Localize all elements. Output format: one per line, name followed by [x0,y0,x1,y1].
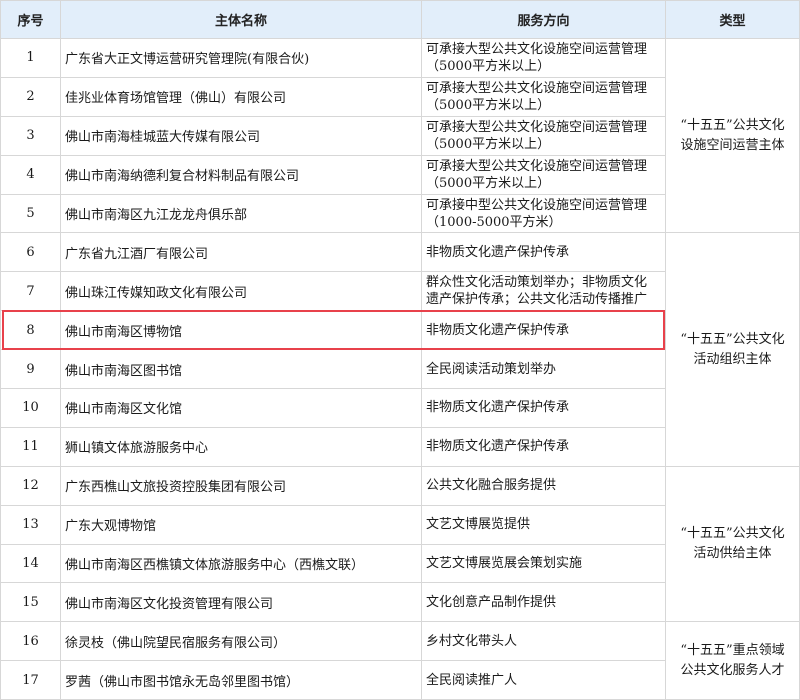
table-row: 6 广东省九江酒厂有限公司 非物质文化遗产保护传承 “十五五”公共文化 活动组织主体 [0,232,800,467]
type-group-cell: “十五五”公共文化 活动组织主体 [665,232,800,467]
service-direction-line-2: （5000平方米以上） [426,136,551,152]
service-direction: 非物质文化遗产保护传承 [421,232,666,273]
entity-name: 狮山镇文体旅游服务中心 [60,426,422,467]
header-direction: 服务方向 [421,0,666,39]
service-direction: 文艺文博展览展会策划实施 [421,543,666,584]
row-number: 15 [0,582,61,623]
service-direction-line-1: 非物质文化遗产保护传承 [426,439,570,455]
row-number: 17 [0,660,61,700]
row-number: 11 [0,426,61,467]
type-label-line-2: 设施空间运营主体 [680,137,785,153]
type-label-line-1: “十五五”公共文化 [680,331,785,347]
service-direction-line-2: （5000平方米以上） [426,175,551,191]
service-direction-line-1: 文艺文博展览展会策划实施 [426,556,583,572]
entity-name: 广东省九江酒厂有限公司 [60,232,422,273]
row-number: 3 [0,115,61,156]
row-number: 9 [0,349,61,390]
type-label-line-2: 公共文化服务人才 [680,662,785,678]
service-direction-line-1: 乡村文化带头人 [426,633,518,649]
type-group-cell: “十五五”公共文化 设施空间运营主体 [665,37,800,234]
service-direction-line-1: 非物质文化遗产保护传承 [426,400,570,416]
row-number: 10 [0,388,61,428]
service-direction-line-2: （5000平方米以上） [426,58,551,74]
type-group-cell: “十五五”重点领域 公共文化服务人才 [665,621,800,700]
row-number: 7 [0,271,61,312]
service-direction-line-1: 文化创意产品制作提供 [426,594,557,610]
service-direction: 全民阅读活动策划举办 [421,349,666,390]
service-direction: 非物质文化遗产保护传承 [421,310,666,351]
service-direction: 可承接大型公共文化设施空间运营管理 （5000平方米以上） [421,154,666,195]
entity-name: 广东西樵山文旅投资控股集团有限公司 [60,465,422,506]
row-number: 1 [0,38,61,78]
service-direction: 文化创意产品制作提供 [421,582,666,623]
table-row: 12 广东西樵山文旅投资控股集团有限公司 公共文化融合服务提供 “十五五”公共文化 活动… [0,465,800,623]
service-direction-line-1: 可承接大型公共文化设施空间运营管理 [426,119,648,135]
row-number: 6 [0,232,61,273]
entity-name: 佛山市南海区西樵镇文体旅游服务中心（西樵文联） [60,543,422,584]
service-direction-line-2: （1000-5000平方米） [426,214,562,230]
service-direction-line-1: 可承接大型公共文化设施空间运营管理 [426,158,648,174]
type-label-line-1: “十五五”重点领域 [680,642,785,658]
service-direction-line-2: 遗产保护传承；公共文化活动传播推广 [426,292,648,308]
service-direction-line-1: 全民阅读活动策划举办 [426,361,557,377]
service-direction-line-1: 可承接大型公共文化设施空间运营管理 [426,41,648,57]
header-type: 类型 [665,0,800,39]
type-label-line-1: “十五五”公共文化 [680,117,785,133]
entity-name: 佛山市南海桂城蓝大传媒有限公司 [60,115,422,156]
table-page: 序号 主体名称 服务方向 类型 1 广东省大正文博运营研究管理院(有限合伙) 可承接… [0,0,800,700]
service-direction-line-1: 公共文化融合服务提供 [426,478,557,494]
service-direction: 乡村文化带头人 [421,621,666,662]
entity-name: 徐灵枝（佛山院望民宿服务有限公司） [60,621,422,662]
service-direction: 公共文化融合服务提供 [421,465,666,506]
service-direction: 非物质文化遗产保护传承 [421,388,666,428]
service-direction: 非物质文化遗产保护传承 [421,426,666,467]
row-number: 4 [0,154,61,195]
row-number: 8 [0,310,61,351]
entity-name: 罗茜（佛山市图书馆永无岛邻里图书馆） [60,660,422,700]
service-direction: 可承接大型公共文化设施空间运营管理 （5000平方米以上） [421,38,666,78]
table-row: 16 徐灵枝（佛山院望民宿服务有限公司） 乡村文化带头人 “十五五”重点领域 公共文化服… [0,621,800,700]
type-label-line-2: 活动供给主体 [693,546,772,562]
type-label-line-2: 活动组织主体 [693,351,772,367]
entity-name: 佳兆业体育场馆管理（佛山）有限公司 [60,76,422,117]
service-direction-line-1: 可承接大型公共文化设施空间运营管理 [426,80,648,96]
service-direction-line-1: 文艺文博展览提供 [426,517,531,533]
service-direction: 全民阅读推广人 [421,660,666,700]
row-number: 14 [0,543,61,584]
header-name: 主体名称 [60,0,422,39]
type-group-cell: “十五五”公共文化 活动供给主体 [665,465,800,623]
service-direction-line-1: 非物质文化遗产保护传承 [426,322,570,338]
service-direction: 可承接中型公共文化设施空间运营管理 （1000-5000平方米） [421,193,666,234]
service-direction-line-1: 群众性文化活动策划举办；非物质文化 [426,275,648,291]
service-direction-line-2: （5000平方米以上） [426,97,551,113]
header-no: 序号 [0,0,61,39]
type-label-line-1: “十五五”公共文化 [680,526,785,542]
entity-name: 广东大观博物馆 [60,504,422,545]
entity-name: 广东省大正文博运营研究管理院(有限合伙) [60,38,422,78]
service-direction: 文艺文博展览提供 [421,504,666,545]
table-row: 1 广东省大正文博运营研究管理院(有限合伙) 可承接大型公共文化设施空间运营管理 （5… [0,37,800,234]
entity-name: 佛山市南海区九江龙龙舟俱乐部 [60,193,422,234]
service-direction: 群众性文化活动策划举办；非物质文化 遗产保护传承；公共文化活动传播推广 [421,271,666,312]
service-direction-line-1: 非物质文化遗产保护传承 [426,244,570,260]
row-number: 5 [0,193,61,234]
service-direction-line-1: 可承接中型公共文化设施空间运营管理 [426,197,648,213]
entity-name: 佛山市南海区文化投资管理有限公司 [60,582,422,623]
entity-name: 佛山市南海纳德利复合材料制品有限公司 [60,154,422,195]
entity-name: 佛山市南海区博物馆 [60,310,422,351]
entity-name: 佛山珠江传媒知政文化有限公司 [60,271,422,312]
entity-name: 佛山市南海区文化馆 [60,388,422,428]
service-direction-line-1: 全民阅读推广人 [426,672,518,688]
row-number: 12 [0,465,61,506]
row-number: 13 [0,504,61,545]
entity-name: 佛山市南海区图书馆 [60,349,422,390]
entity-table: 序号 主体名称 服务方向 类型 1 广东省大正文博运营研究管理院(有限合伙) 可承接… [0,0,800,700]
row-number: 2 [0,76,61,117]
service-direction: 可承接大型公共文化设施空间运营管理 （5000平方米以上） [421,76,666,117]
service-direction: 可承接大型公共文化设施空间运营管理 （5000平方米以上） [421,115,666,156]
row-number: 16 [0,621,61,662]
table-header-row: 序号 主体名称 服务方向 类型 [0,0,800,39]
